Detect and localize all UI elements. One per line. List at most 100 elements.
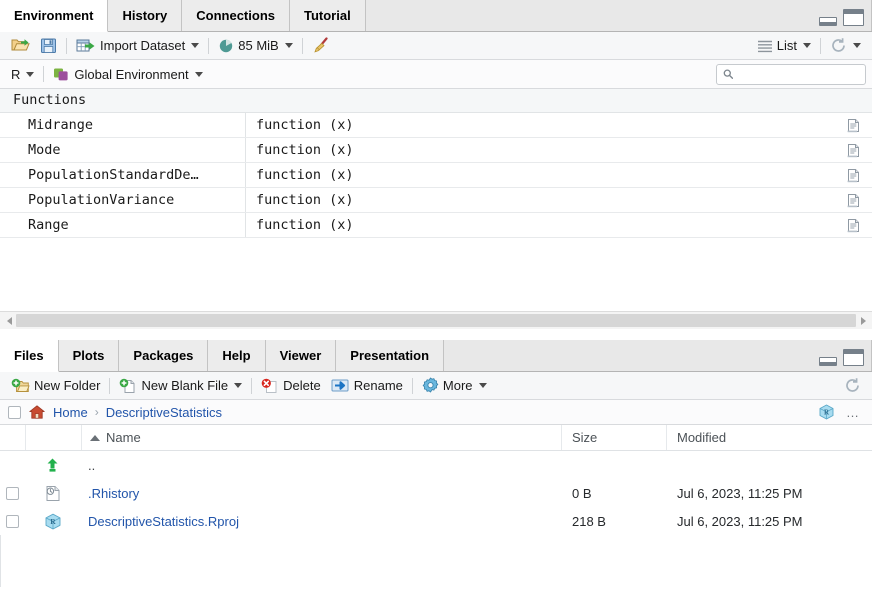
import-dataset-button[interactable]: Import Dataset: [71, 34, 204, 58]
row-checkbox-cell: [0, 514, 25, 528]
files-empty-area: [0, 535, 872, 587]
home-icon[interactable]: [28, 404, 46, 420]
file-name[interactable]: .Rhistory: [80, 486, 562, 501]
save-workspace-button[interactable]: [35, 34, 62, 58]
tab-history[interactable]: History: [108, 0, 183, 31]
view-function-icon[interactable]: [834, 218, 872, 233]
environment-horizontal-scrollbar[interactable]: [0, 311, 872, 329]
new-blank-file-label: New Blank File: [141, 378, 229, 393]
object-name: Midrange: [0, 113, 246, 137]
view-function-icon[interactable]: [834, 143, 872, 158]
breadcrumb-item-home[interactable]: Home: [53, 405, 88, 420]
tab-history-label: History: [122, 8, 168, 23]
tab-plots[interactable]: Plots: [58, 340, 120, 371]
tab-files[interactable]: Files: [0, 340, 59, 372]
maximize-icon[interactable]: [843, 9, 864, 26]
load-workspace-button[interactable]: [6, 34, 35, 58]
view-function-icon[interactable]: [834, 118, 872, 133]
memory-usage-button[interactable]: 85 MiB: [213, 34, 297, 58]
language-selector[interactable]: R: [6, 62, 39, 86]
maximize-icon[interactable]: [843, 349, 864, 366]
tab-environment[interactable]: Environment: [0, 0, 109, 32]
object-name: Range: [0, 213, 246, 237]
file-size: 0 B: [572, 485, 592, 501]
search-icon: [723, 69, 734, 79]
table-row[interactable]: Midrange function (x): [0, 113, 872, 138]
open-folder-icon: [11, 39, 30, 51]
header-modified-label: Modified: [677, 430, 727, 445]
toolbar-separator: [820, 37, 821, 54]
object-value: function (x): [256, 117, 354, 133]
table-row[interactable]: PopulationVariance function (x): [0, 188, 872, 213]
environment-window-controls: [819, 9, 864, 26]
file-name[interactable]: ..: [80, 458, 562, 473]
breadcrumb-separator: ›: [94, 405, 99, 419]
files-overflow-menu[interactable]: …: [842, 405, 864, 420]
clear-objects-button[interactable]: [307, 34, 335, 58]
tab-tutorial[interactable]: Tutorial: [290, 0, 366, 31]
header-icon-column: [26, 425, 82, 450]
minimize-icon[interactable]: [819, 357, 837, 366]
view-mode-label: List: [776, 38, 797, 53]
more-label: More: [442, 378, 473, 393]
view-function-icon[interactable]: [834, 193, 872, 208]
file-name[interactable]: DescriptiveStatistics.Rproj: [80, 514, 562, 529]
breadcrumb-item-project[interactable]: DescriptiveStatistics: [106, 405, 222, 420]
parent-folder-up-icon[interactable]: [25, 457, 80, 474]
chevron-down-icon: [853, 43, 861, 48]
new-blank-file-icon: [120, 378, 135, 393]
environment-object-table: Functions Midrange function (x) Mode fun…: [0, 89, 872, 311]
toolbar-separator: [66, 37, 67, 54]
table-row[interactable]: ..: [0, 451, 872, 479]
search-input[interactable]: [738, 66, 859, 82]
svg-text:R: R: [50, 517, 56, 526]
table-row[interactable]: R DescriptiveStatistics.Rproj 218 B Jul …: [0, 507, 872, 535]
refresh-environment-button[interactable]: [825, 34, 866, 58]
select-all-checkbox[interactable]: [8, 405, 21, 419]
object-name: Mode: [0, 138, 246, 162]
header-name-column[interactable]: Name: [82, 425, 562, 450]
more-button[interactable]: More: [417, 374, 492, 398]
object-value: function (x): [256, 192, 354, 208]
rename-button[interactable]: Rename: [326, 374, 408, 398]
tab-packages[interactable]: Packages: [119, 340, 209, 371]
view-function-icon[interactable]: [834, 168, 872, 183]
chevron-down-icon: [284, 43, 293, 48]
scroll-right-arrow-icon[interactable]: [856, 313, 870, 329]
table-row[interactable]: Range function (x): [0, 213, 872, 238]
tab-presentation[interactable]: Presentation: [336, 340, 445, 371]
r-project-icon[interactable]: R: [818, 404, 835, 420]
new-folder-label: New Folder: [34, 378, 101, 393]
header-name-label: Name: [106, 430, 141, 445]
row-checkbox[interactable]: [6, 514, 19, 528]
files-panel: Files Plots Packages Help Viewer Present…: [0, 340, 872, 592]
r-project-icon: R: [25, 513, 80, 530]
tab-help[interactable]: Help: [208, 340, 266, 371]
environment-toolbar: Import Dataset 85 MiB List: [0, 32, 872, 60]
tab-connections[interactable]: Connections: [182, 0, 290, 31]
table-row[interactable]: PopulationStandardDe… function (x): [0, 163, 872, 188]
tabbar-spacer: [365, 0, 872, 31]
scrollbar-thumb[interactable]: [16, 314, 856, 327]
search-objects-box[interactable]: [716, 63, 866, 85]
scroll-left-arrow-icon[interactable]: [2, 313, 16, 329]
breadcrumb: Home › DescriptiveStatistics R …: [0, 400, 872, 425]
toolbar-separator: [301, 37, 303, 54]
view-mode-button[interactable]: List: [752, 34, 816, 58]
table-row[interactable]: .Rhistory 0 B Jul 6, 2023, 11:25 PM: [0, 479, 872, 507]
new-folder-button[interactable]: New Folder: [6, 374, 105, 398]
environment-scope-selector[interactable]: Global Environment: [48, 62, 207, 86]
language-label: R: [11, 66, 21, 82]
header-checkbox-column: [0, 425, 26, 450]
row-checkbox[interactable]: [6, 486, 19, 500]
table-row[interactable]: Mode function (x): [0, 138, 872, 163]
tab-help-label: Help: [222, 348, 251, 363]
header-size-column[interactable]: Size: [562, 425, 667, 450]
header-modified-column[interactable]: Modified: [667, 425, 872, 450]
object-value: function (x): [256, 217, 354, 233]
new-blank-file-button[interactable]: New Blank File: [114, 374, 247, 398]
minimize-icon[interactable]: [819, 17, 837, 26]
delete-button[interactable]: Delete: [256, 374, 326, 398]
tab-viewer[interactable]: Viewer: [265, 340, 337, 371]
refresh-files-button[interactable]: [839, 374, 866, 398]
